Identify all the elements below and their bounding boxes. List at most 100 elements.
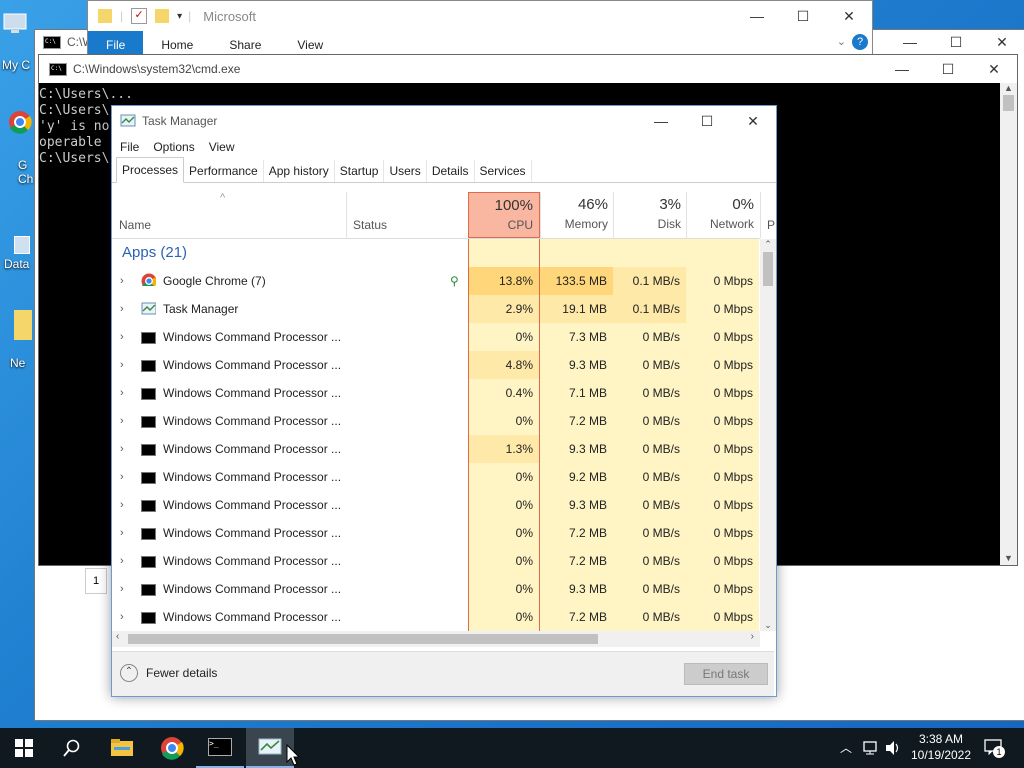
minimize-button[interactable]: — [638,106,684,136]
column-header-power[interactable]: P [760,192,777,238]
column-header-name[interactable]: Name [119,218,151,232]
scrollbar-thumb[interactable] [1003,95,1014,111]
expand-chevron-icon[interactable]: › [120,351,124,379]
taskbar-chrome[interactable] [148,728,196,768]
cmd-icon [141,388,156,400]
start-button[interactable] [0,728,48,768]
expand-chevron-icon[interactable]: › [120,519,124,547]
minimize-button[interactable]: — [734,1,780,31]
expand-chevron-icon[interactable]: › [120,295,124,323]
network-icon[interactable] [862,740,880,756]
scrollbar-thumb[interactable] [763,252,773,286]
expand-chevron-icon[interactable]: › [120,603,124,631]
maximize-button[interactable]: ☐ [780,1,826,31]
table-row[interactable]: › Windows Command Processor ... 0% 7.2 MB 0 … [112,519,760,547]
minimize-button[interactable]: — [879,55,925,83]
menu-view[interactable]: View [209,140,235,154]
expand-chevron-icon[interactable]: › [120,407,124,435]
vertical-scrollbar[interactable]: ⌃ ⌄ [760,239,776,631]
process-list[interactable]: Apps (21) › Google Chrome (7) ⚲ 13.8% 133.5 … [112,239,760,631]
notification-center-icon[interactable]: 1 [984,739,1005,758]
tab-services[interactable]: Services [475,160,532,182]
column-header-network[interactable]: 0% Network [686,192,760,238]
scroll-up-icon[interactable]: ⌃ [760,239,776,250]
expand-chevron-icon[interactable]: › [120,379,124,407]
task-manager-window[interactable]: Task Manager — ☐ ✕ File Options View Pro… [111,105,777,697]
scroll-up-icon[interactable]: ▲ [1000,83,1017,93]
disk-cell: 0.1 MB/s [613,267,686,295]
chevron-down-icon[interactable]: ▾ [177,11,182,22]
show-hidden-icons-chevron-up-icon[interactable]: ︿ [840,739,852,756]
tab-performance[interactable]: Performance [184,160,264,182]
close-button[interactable]: ✕ [979,30,1024,54]
column-header-disk[interactable]: 3% Disk [613,192,687,238]
column-header-memory[interactable]: 46% Memory [540,192,614,238]
scroll-down-icon[interactable]: ▼ [1000,553,1017,563]
chevron-down-icon[interactable]: ⌄ [837,35,846,48]
chevron-up-icon[interactable]: ⌃ [120,664,138,682]
tab-app-history[interactable]: App history [264,160,335,182]
file-explorer-window[interactable]: | ✓ ▾ | Microsoft — ☐ ✕ File Home Share … [87,0,873,62]
expand-chevron-icon[interactable]: › [120,267,124,295]
taskbar-cmd[interactable]: >_ [196,728,244,768]
volume-icon[interactable] [884,740,902,756]
table-row[interactable]: › Windows Command Processor ... 0% 7.2 MB 0 … [112,547,760,575]
tab-startup[interactable]: Startup [335,160,385,182]
maximize-button[interactable]: ☐ [925,55,971,83]
task-manager-icon [258,738,282,755]
expand-chevron-icon[interactable]: › [120,575,124,603]
menu-file[interactable]: File [120,140,139,154]
maximize-button[interactable]: ☐ [933,30,979,54]
tab-users[interactable]: Users [384,160,427,182]
horizontal-scrollbar[interactable]: ‹ › [112,631,760,647]
table-row[interactable]: › Windows Command Processor ... 0% 7.3 MB 0 … [112,323,760,351]
table-row[interactable]: › Windows Command Processor ... 4.8% 9.3 MB… [112,351,760,379]
table-row[interactable]: › Windows Command Processor ... 1.3% 9.3 MB… [112,435,760,463]
close-button[interactable]: ✕ [826,1,872,31]
database-icon[interactable] [14,236,30,254]
expand-chevron-icon[interactable]: › [120,463,124,491]
help-icon[interactable]: ? [852,34,868,50]
expand-chevron-icon[interactable]: › [120,547,124,575]
close-button[interactable]: ✕ [971,55,1017,83]
table-row[interactable]: › Windows Command Processor ... 0% 7.2 MB 0 … [112,603,760,631]
end-task-button[interactable]: End task [684,663,768,685]
table-row[interactable]: › Windows Command Processor ... 0% 9.3 MB 0 … [112,491,760,519]
expand-chevron-icon[interactable]: › [120,491,124,519]
maximize-button[interactable]: ☐ [684,106,730,136]
tab-processes[interactable]: Processes [116,157,185,183]
this-pc-icon[interactable] [0,10,34,50]
table-row[interactable]: › Windows Command Processor ... 0% 9.3 MB 0 … [112,575,760,603]
expand-chevron-icon[interactable]: › [120,435,124,463]
column-header-cpu[interactable]: 100% CPU [468,192,540,238]
group-header-apps[interactable]: Apps (21) [112,239,760,267]
scroll-right-icon[interactable]: › [751,631,754,642]
disk-cell: 0 MB/s [613,491,686,519]
table-row[interactable]: › Windows Command Processor ... 0% 9.2 MB 0 … [112,463,760,491]
table-row[interactable]: › Windows Command Processor ... 0.4% 7.1 MB… [112,379,760,407]
taskbar-file-explorer[interactable] [98,728,146,768]
menu-options[interactable]: Options [153,140,194,154]
scrollbar-thumb[interactable] [128,634,598,644]
minimize-button[interactable]: — [887,30,933,54]
mouse-cursor-icon [286,744,300,766]
vertical-scrollbar[interactable]: ▲ ▼ [1000,83,1017,565]
clock[interactable]: 3:38 AM 10/19/2022 [906,732,976,762]
properties-icon[interactable]: ✓ [131,8,148,24]
scroll-left-icon[interactable]: ‹ [116,631,119,642]
table-row[interactable]: › Task Manager 2.9% 19.1 MB 0.1 MB/s 0 Mbps [112,295,760,323]
new-folder-icon[interactable] [155,9,170,23]
column-header-status[interactable]: Status [346,192,468,238]
search-button[interactable] [48,728,96,768]
fewer-details-link[interactable]: Fewer details [146,666,217,680]
expand-chevron-icon[interactable]: › [120,323,124,351]
close-button[interactable]: ✕ [730,106,776,136]
tab-details[interactable]: Details [427,160,475,182]
chrome-desktop-icon[interactable] [8,110,32,137]
table-row[interactable]: › Google Chrome (7) ⚲ 13.8% 133.5 MB 0.1 MB/s… [112,267,760,295]
scroll-down-icon[interactable]: ⌄ [760,620,776,631]
leaf-icon: ⚲ [450,274,459,288]
folder-icon[interactable] [14,310,32,340]
cmd-icon [43,35,61,49]
table-row[interactable]: › Windows Command Processor ... 0% 7.2 MB 0 … [112,407,760,435]
